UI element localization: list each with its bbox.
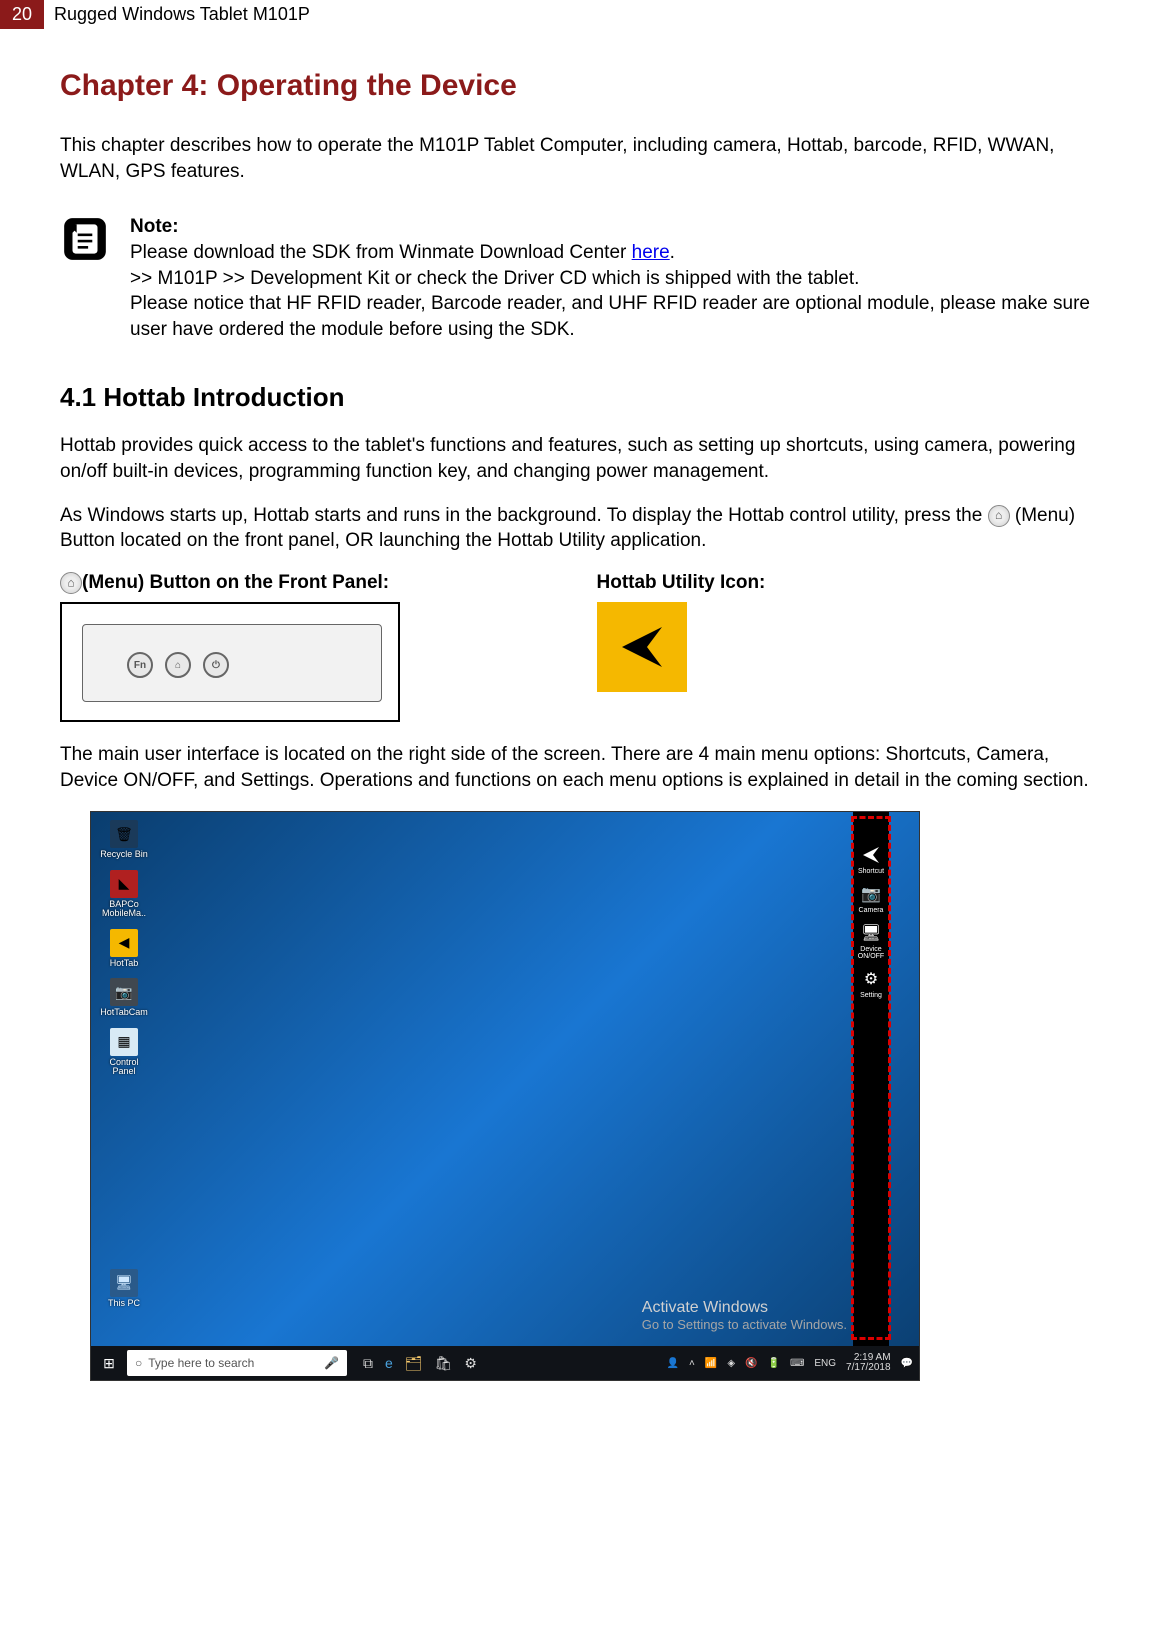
settings-icon[interactable]: ⚙ bbox=[464, 1355, 477, 1372]
desktop-icon[interactable]: ◀HotTab bbox=[99, 929, 149, 968]
sidebar-shortcut[interactable]: Shortcut bbox=[856, 844, 886, 875]
desktop-icon-thispc[interactable]: 🖥 This PC bbox=[99, 1269, 149, 1308]
panel-btn-fn: Fn bbox=[127, 652, 153, 678]
sidebar-camera[interactable]: 📷Camera bbox=[856, 883, 886, 914]
mic-icon[interactable]: 🎤 bbox=[324, 1356, 339, 1370]
note-line1b: . bbox=[670, 242, 675, 263]
search-bar[interactable]: ○ Type here to search 🎤 bbox=[127, 1350, 347, 1376]
para-3: The main user interface is located on th… bbox=[60, 742, 1093, 793]
note-icon bbox=[60, 214, 110, 269]
note-line3: Please notice that HF RFID reader, Barco… bbox=[130, 293, 1090, 340]
left-col-label: (Menu) Button on the Front Panel: bbox=[60, 572, 557, 594]
tray-network-icon[interactable]: 📶 bbox=[705, 1358, 717, 1369]
sidebar-setting[interactable]: ⚙Setting bbox=[856, 968, 886, 999]
menu-icon bbox=[60, 572, 82, 594]
desktop-icon[interactable]: ◣BAPCo MobileMa.. bbox=[99, 870, 149, 919]
note-line1a: Please download the SDK from Winmate Dow… bbox=[130, 242, 632, 263]
edge-icon[interactable]: e bbox=[385, 1355, 393, 1371]
sdk-link[interactable]: here bbox=[632, 242, 670, 263]
activate-windows: Activate Windows Go to Settings to activ… bbox=[642, 1299, 847, 1332]
tray-wifi-icon[interactable]: ◈ bbox=[727, 1358, 735, 1369]
hottab-utility-icon bbox=[597, 602, 687, 692]
tray-volume-icon[interactable]: 🔇 bbox=[745, 1358, 757, 1369]
menu-icon bbox=[988, 505, 1010, 527]
explorer-icon[interactable]: 🗂 bbox=[405, 1355, 423, 1372]
desktop-icon[interactable]: 📷HotTabCam bbox=[99, 978, 149, 1017]
note-label: Note: bbox=[130, 216, 179, 237]
page-number: 20 bbox=[0, 0, 44, 29]
tray-people-icon[interactable]: 👤 bbox=[667, 1358, 679, 1369]
panel-btn-home: ⌂ bbox=[165, 652, 191, 678]
para-1: Hottab provides quick access to the tabl… bbox=[60, 433, 1093, 484]
tray-up-icon[interactable]: ˄ bbox=[689, 1358, 695, 1369]
tray-notifications-icon[interactable]: 💬 bbox=[901, 1358, 913, 1369]
desktop-screenshot: 🗑Recycle Bin ◣BAPCo MobileMa.. ◀HotTab 📷Hot… bbox=[90, 811, 920, 1381]
desktop-icon[interactable]: ▦Control Panel bbox=[99, 1028, 149, 1077]
front-panel-image: Fn ⌂ ⏻ bbox=[60, 602, 400, 722]
para-2: As Windows starts up, Hottab starts and … bbox=[60, 503, 1093, 554]
cortana-icon: ○ bbox=[135, 1356, 142, 1370]
desktop-icon[interactable]: 🗑Recycle Bin bbox=[99, 820, 149, 859]
right-col-label: Hottab Utility Icon: bbox=[597, 572, 1094, 594]
tray-clock[interactable]: 2:19 AM 7/17/2018 bbox=[846, 1353, 891, 1374]
tray-keyboard-icon[interactable]: ⌨ bbox=[790, 1358, 804, 1369]
note-block: Note: Please download the SDK from Winma… bbox=[60, 214, 1093, 342]
start-button[interactable]: ⊞ bbox=[95, 1349, 123, 1377]
section-title: 4.1 Hottab Introduction bbox=[60, 382, 1093, 413]
note-line2: >> M101P >> Development Kit or check the… bbox=[130, 268, 859, 289]
tray-lang[interactable]: ENG bbox=[814, 1358, 836, 1369]
store-icon[interactable]: 🛍 bbox=[435, 1355, 453, 1372]
search-placeholder: Type here to search bbox=[148, 1356, 254, 1370]
hottab-sidebar: Shortcut 📷Camera 🖥Device ON/OFF ⚙Setting bbox=[853, 812, 889, 1346]
tray-battery-icon[interactable]: 🔋 bbox=[767, 1358, 779, 1369]
doc-title: Rugged Windows Tablet M101P bbox=[44, 0, 320, 29]
panel-btn-power: ⏻ bbox=[203, 652, 229, 678]
chapter-intro: This chapter describes how to operate th… bbox=[60, 133, 1093, 184]
page-header: 20 Rugged Windows Tablet M101P bbox=[0, 0, 1153, 29]
taskbar: ⊞ ○ Type here to search 🎤 ⧉ e 🗂 🛍 ⚙ 👤 ˄ … bbox=[91, 1346, 919, 1380]
chapter-title: Chapter 4: Operating the Device bbox=[60, 69, 1093, 103]
sidebar-device[interactable]: 🖥Device ON/OFF bbox=[856, 922, 886, 960]
taskview-icon[interactable]: ⧉ bbox=[363, 1355, 373, 1372]
